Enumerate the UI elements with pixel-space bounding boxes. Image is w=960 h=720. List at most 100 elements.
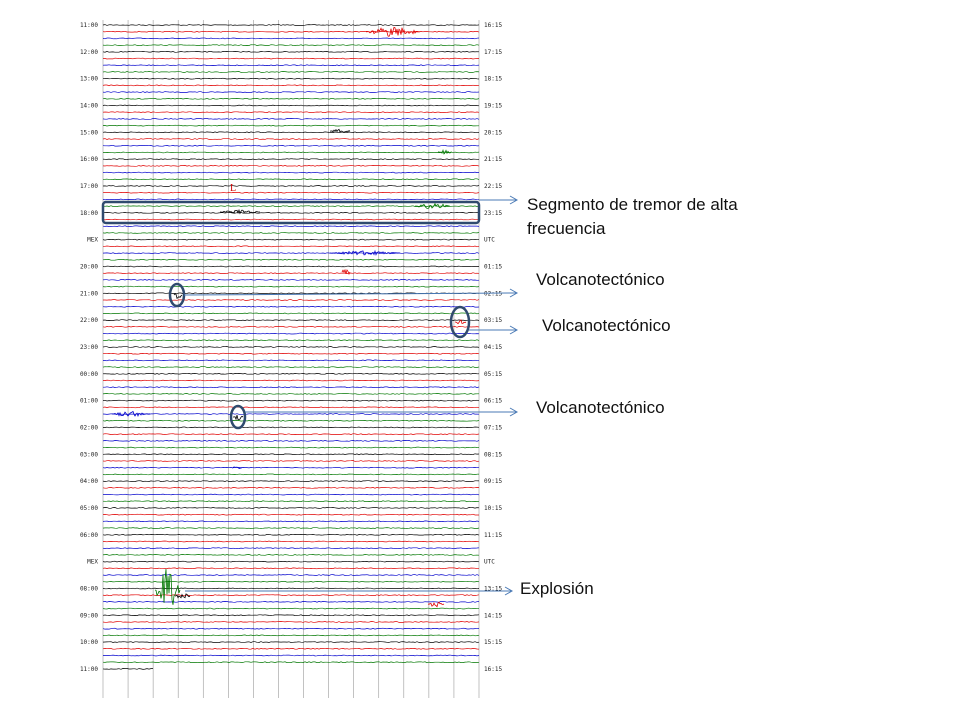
seismogram-figure: 11:00 12:00 13:00 14:00 15:00 16:00 17:00 18:00… xyxy=(80,20,519,698)
seismic-trace xyxy=(103,57,479,60)
seismic-trace xyxy=(102,118,480,120)
seismic-trace xyxy=(102,500,480,503)
right-hour-label: 03:15 xyxy=(484,317,502,324)
left-hour-label: 11:00 xyxy=(80,666,98,673)
seismic-trace xyxy=(102,366,480,368)
seismic-trace xyxy=(102,51,480,53)
seismic-trace xyxy=(103,312,480,315)
left-hour-label: 23:00 xyxy=(80,344,98,351)
seismic-trace xyxy=(102,527,480,529)
seismic-trace xyxy=(102,232,480,234)
seismic-trace xyxy=(102,413,480,415)
seismic-trace xyxy=(103,386,480,388)
seismic-trace xyxy=(102,238,479,241)
seismic-trace xyxy=(102,406,480,409)
seismic-trace xyxy=(102,460,480,462)
seismic-trace xyxy=(102,165,480,167)
right-hour-label: 15:15 xyxy=(484,639,502,646)
right-hour-label: 07:15 xyxy=(484,424,502,431)
seismic-trace xyxy=(102,191,480,194)
seismic-trace xyxy=(102,580,480,583)
annotation-vt3: Volcanotectónico xyxy=(536,398,665,417)
seismic-trace xyxy=(102,225,480,228)
annotation-tremor: Segmento de tremor de alta frecuencia xyxy=(527,193,738,241)
right-hour-label: 19:15 xyxy=(484,102,502,109)
seismic-trace xyxy=(102,554,480,556)
seismic-trace xyxy=(102,621,480,623)
annotation-vt1: Volcanotectónico xyxy=(536,270,665,289)
seismic-trace xyxy=(102,466,480,469)
seismic-trace xyxy=(102,97,480,100)
seismic-trace xyxy=(102,171,480,174)
event-small xyxy=(329,128,351,133)
left-hour-label: MEX xyxy=(87,559,98,566)
left-hour-label: 00:00 xyxy=(80,371,98,378)
left-hour-label: 15:00 xyxy=(80,129,98,136)
seismic-trace xyxy=(103,245,480,248)
left-hour-label: 06:00 xyxy=(80,532,98,539)
right-hour-label: 09:15 xyxy=(484,478,502,485)
right-hour-label: 18:15 xyxy=(484,76,502,83)
left-hour-label: 20:00 xyxy=(80,263,98,270)
seismic-trace xyxy=(102,44,480,46)
event-red-burst xyxy=(365,26,421,37)
seismic-trace xyxy=(102,520,480,523)
right-hour-label: 08:15 xyxy=(484,451,502,458)
left-hour-label: 01:00 xyxy=(80,398,98,405)
seismic-trace xyxy=(102,326,480,328)
seismic-trace xyxy=(102,574,480,576)
right-hour-label: 17:15 xyxy=(484,49,502,56)
left-hour-label: 22:00 xyxy=(80,317,98,324)
right-hour-label: 10:15 xyxy=(484,505,502,512)
left-hour-label: 11:00 xyxy=(80,22,98,29)
seismic-trace xyxy=(102,144,480,147)
seismic-trace xyxy=(102,158,479,160)
seismic-trace xyxy=(102,279,480,281)
seismic-trace xyxy=(102,587,480,590)
seismic-trace xyxy=(102,487,480,489)
seismic-trace xyxy=(102,601,480,603)
seismic-trace xyxy=(102,594,480,596)
right-hour-label: 22:15 xyxy=(484,183,502,190)
left-hour-label: 04:00 xyxy=(80,478,98,485)
right-hour-label: 01:15 xyxy=(484,263,502,270)
seismic-trace xyxy=(102,661,480,664)
right-hour-label: 16:15 xyxy=(484,666,502,673)
seismic-trace xyxy=(102,111,480,113)
seismic-trace xyxy=(102,372,479,375)
seismic-trace xyxy=(102,634,480,637)
seismic-trace xyxy=(102,24,480,26)
left-hour-label: 05:00 xyxy=(80,505,98,512)
seismic-trace xyxy=(102,567,480,570)
seismic-trace xyxy=(102,64,480,67)
right-hour-label: 16:15 xyxy=(484,22,502,29)
seismic-trace xyxy=(102,285,480,288)
left-hour-label: 09:00 xyxy=(80,612,98,619)
seismic-trace xyxy=(102,104,480,107)
seismic-trace xyxy=(102,440,480,442)
right-hour-label: 04:15 xyxy=(484,344,502,351)
seismic-trace xyxy=(102,37,480,40)
seismic-traces xyxy=(102,24,480,670)
seismic-trace xyxy=(102,473,480,476)
left-hour-label: 02:00 xyxy=(80,424,98,431)
seismic-trace xyxy=(102,30,480,33)
left-hour-label: 16:00 xyxy=(80,156,98,163)
seismic-trace xyxy=(102,305,480,308)
left-hour-label: 17:00 xyxy=(80,183,98,190)
seismic-trace xyxy=(102,614,480,617)
right-hour-label: 02:15 xyxy=(484,290,502,297)
seismic-trace xyxy=(103,178,480,181)
annotation-tremor-line1: Segmento de tremor de alta xyxy=(527,195,738,214)
seismic-trace xyxy=(102,399,480,402)
seismic-trace xyxy=(102,339,480,342)
seismic-trace xyxy=(102,131,480,134)
seismic-trace xyxy=(102,540,480,543)
seismic-trace xyxy=(102,393,479,395)
seismic-trace xyxy=(103,299,480,301)
seismic-trace xyxy=(102,607,479,610)
seismic-trace xyxy=(102,258,480,261)
seismic-trace xyxy=(102,627,480,630)
seismic-trace xyxy=(102,198,480,201)
right-hour-label: 05:15 xyxy=(484,371,502,378)
